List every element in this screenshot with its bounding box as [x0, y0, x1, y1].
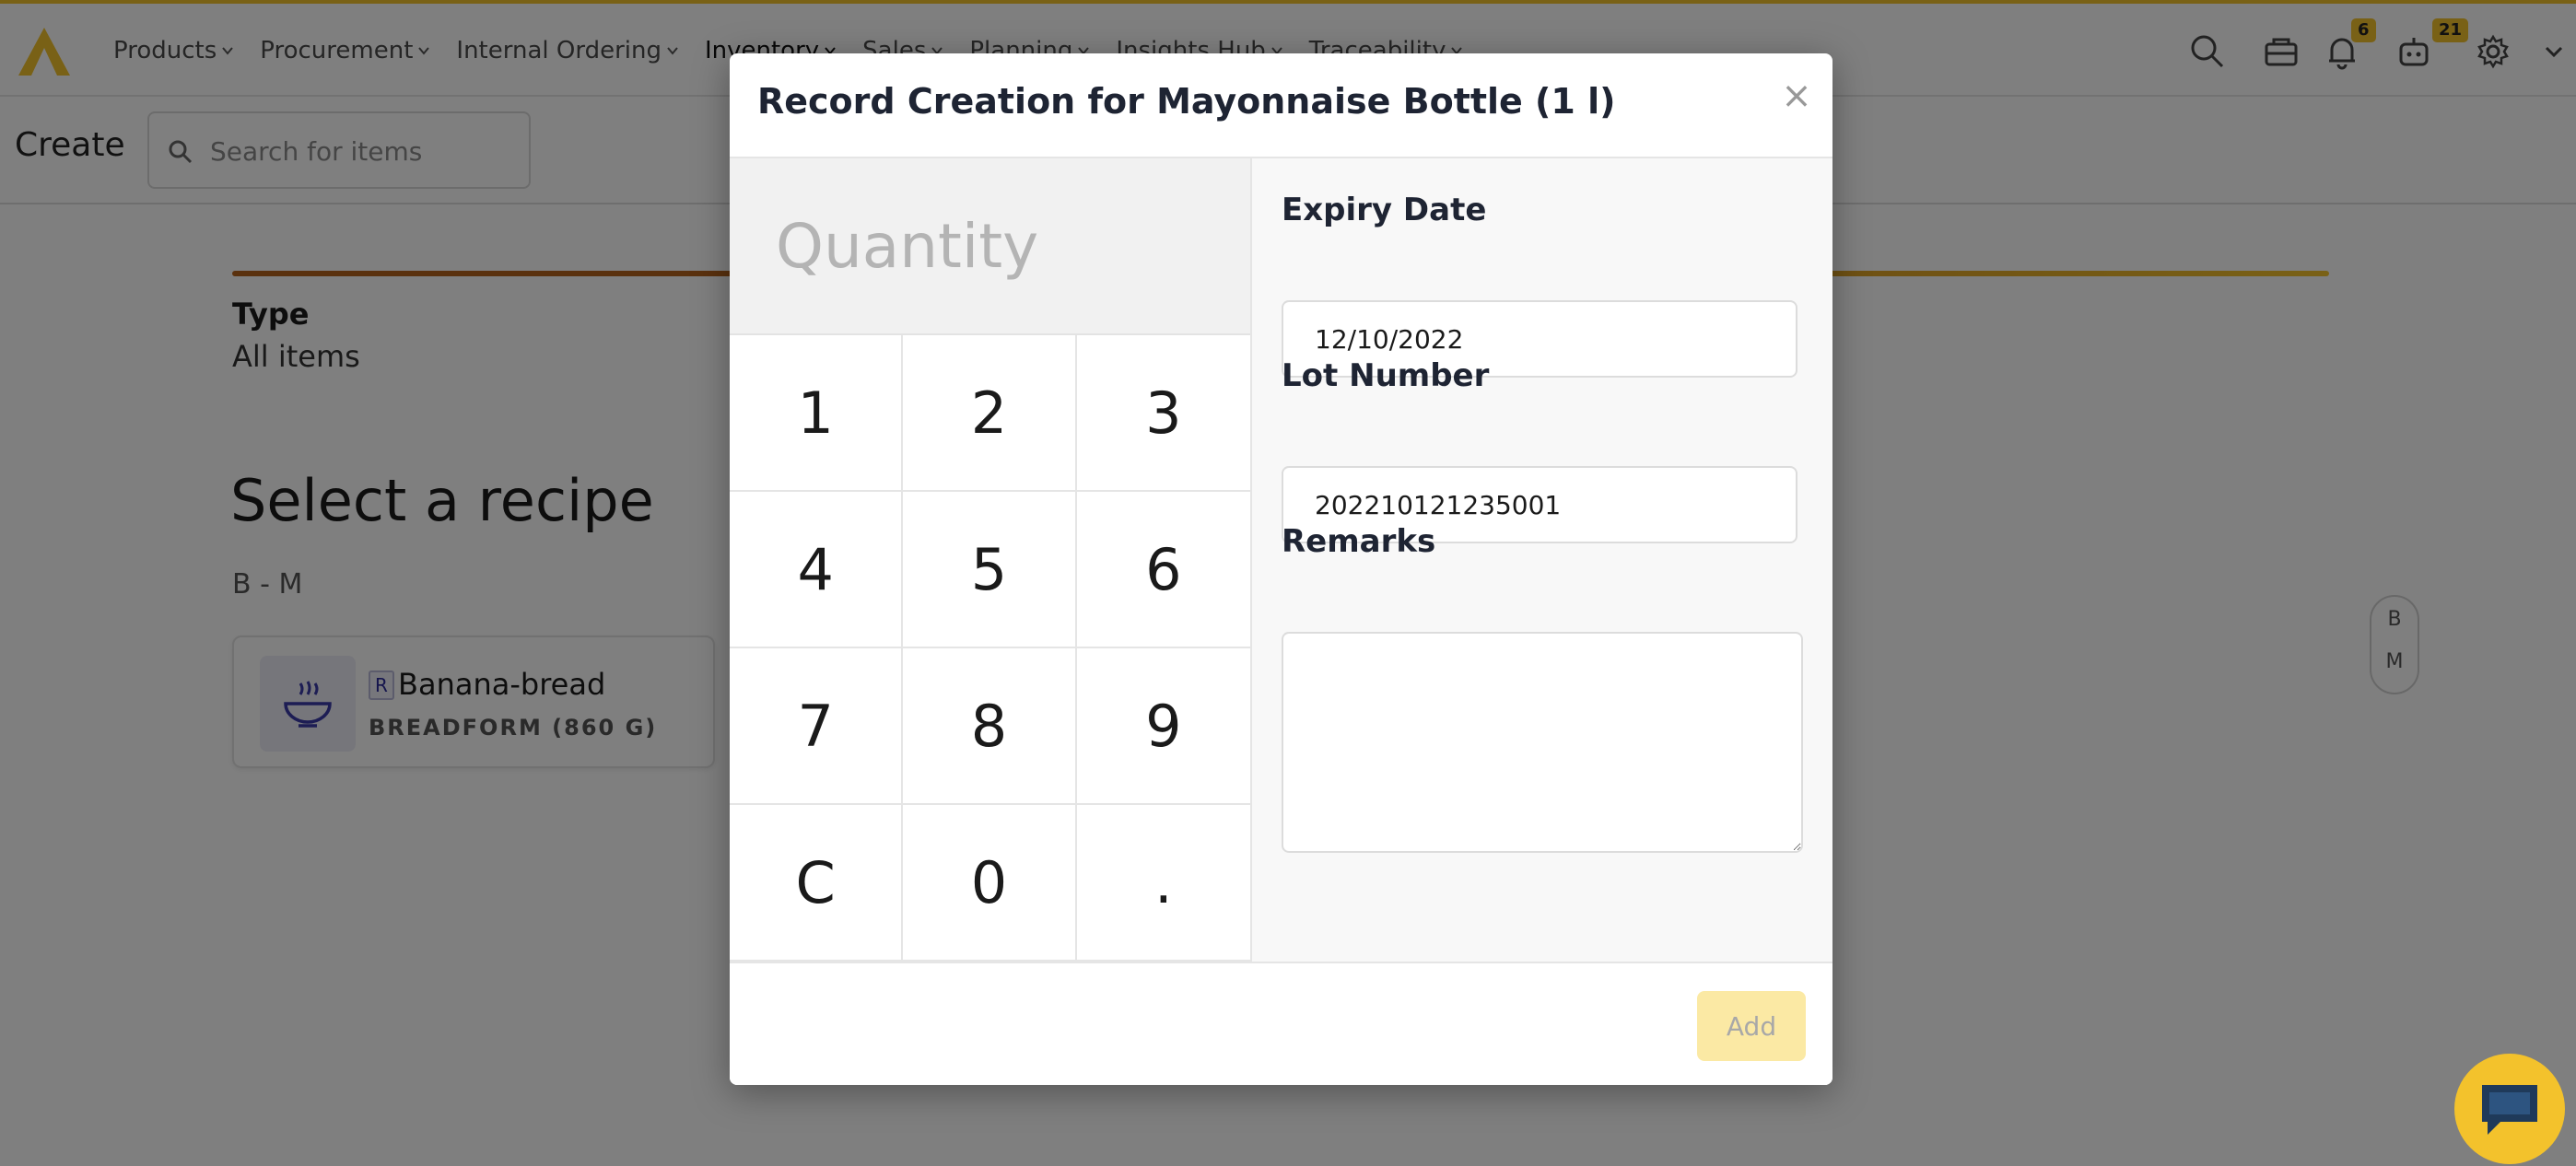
keypad-key-9[interactable]: 9 [1076, 648, 1250, 805]
expiry-date-label: Expiry Date [1282, 192, 1487, 228]
remarks-label: Remarks [1282, 523, 1436, 560]
keypad-key-7[interactable]: 7 [730, 648, 904, 805]
record-form: Expiry Date Lot Number Remarks [1252, 158, 1832, 962]
keypad-key-4[interactable]: 4 [730, 492, 904, 648]
keypad-key-decimal[interactable]: . [1076, 805, 1250, 962]
modal-title: Record Creation for Mayonnaise Bottle (1… [757, 81, 1616, 122]
chat-button[interactable] [2454, 1054, 2565, 1164]
quantity-display [730, 158, 1250, 335]
keypad-key-0[interactable]: 0 [903, 805, 1077, 962]
close-icon[interactable]: × [1778, 77, 1815, 114]
keypad-key-2[interactable]: 2 [903, 335, 1077, 492]
remarks-textarea[interactable] [1282, 632, 1803, 853]
keypad-key-1[interactable]: 1 [730, 335, 904, 492]
keypad-key-clear[interactable]: C [730, 805, 904, 962]
quantity-input[interactable] [776, 204, 1218, 287]
add-button[interactable]: Add [1697, 991, 1806, 1061]
keypad-panel: 1 2 3 4 5 6 7 8 9 C 0 . [730, 158, 1252, 962]
record-creation-modal: Record Creation for Mayonnaise Bottle (1… [730, 53, 1832, 1085]
numeric-keypad: 1 2 3 4 5 6 7 8 9 C 0 . [730, 335, 1250, 962]
keypad-key-5[interactable]: 5 [903, 492, 1077, 648]
keypad-key-3[interactable]: 3 [1076, 335, 1250, 492]
lot-number-label: Lot Number [1282, 357, 1490, 394]
keypad-key-6[interactable]: 6 [1076, 492, 1250, 648]
keypad-key-8[interactable]: 8 [903, 648, 1077, 805]
modal-footer: Add [730, 962, 1832, 1085]
chat-bubble-icon [2482, 1085, 2537, 1135]
modal-header: Record Creation for Mayonnaise Bottle (1… [730, 53, 1832, 158]
